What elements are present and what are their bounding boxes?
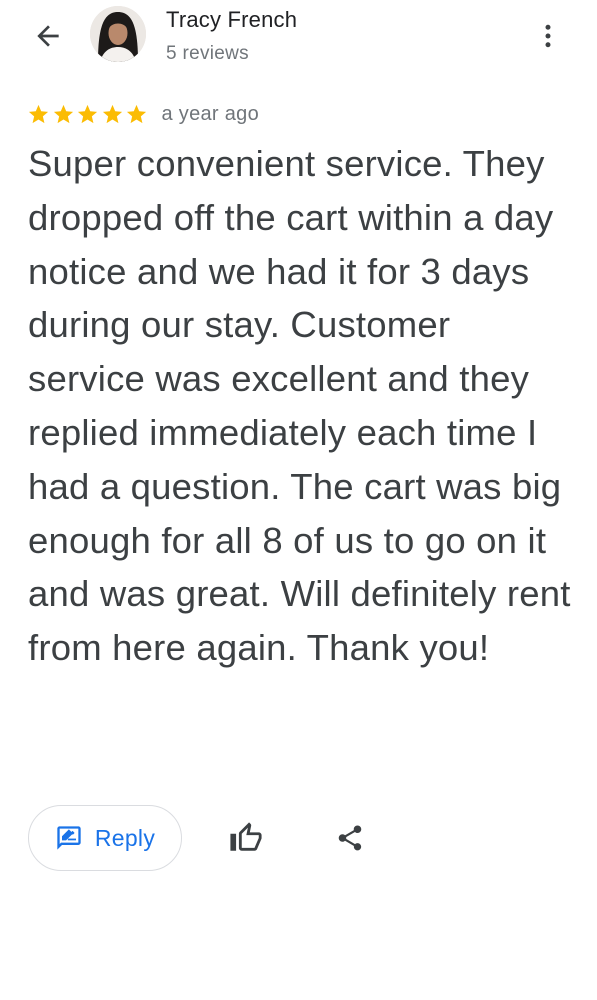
review-date: a year ago (161, 102, 260, 125)
author-name[interactable]: Tracy French (166, 7, 297, 33)
rate-review-icon (57, 826, 81, 850)
share-button[interactable] (326, 814, 374, 862)
review-text: Super convenient service. They dropped o… (28, 143, 571, 669)
more-options-button[interactable] (530, 14, 566, 58)
reply-button[interactable]: Reply (28, 805, 182, 871)
arrow-back-icon (37, 25, 59, 47)
share-icon (338, 825, 362, 851)
avatar-image (90, 6, 146, 62)
back-button[interactable] (26, 14, 70, 58)
star-icon (53, 104, 73, 123)
star-icon (102, 104, 122, 123)
rating-row: a year ago (27, 100, 259, 128)
star-icon (77, 104, 98, 123)
star-icon (126, 104, 147, 123)
more-vert-icon (545, 24, 551, 48)
thumb-up-icon (230, 822, 262, 851)
author-review-count: 5 reviews (166, 43, 249, 64)
star-icon (28, 104, 49, 123)
avatar[interactable] (90, 6, 146, 62)
reply-label: Reply (94, 824, 156, 851)
like-button[interactable] (222, 814, 270, 862)
star-rating (27, 103, 150, 126)
review-header: Tracy French 5 reviews (0, 0, 597, 74)
